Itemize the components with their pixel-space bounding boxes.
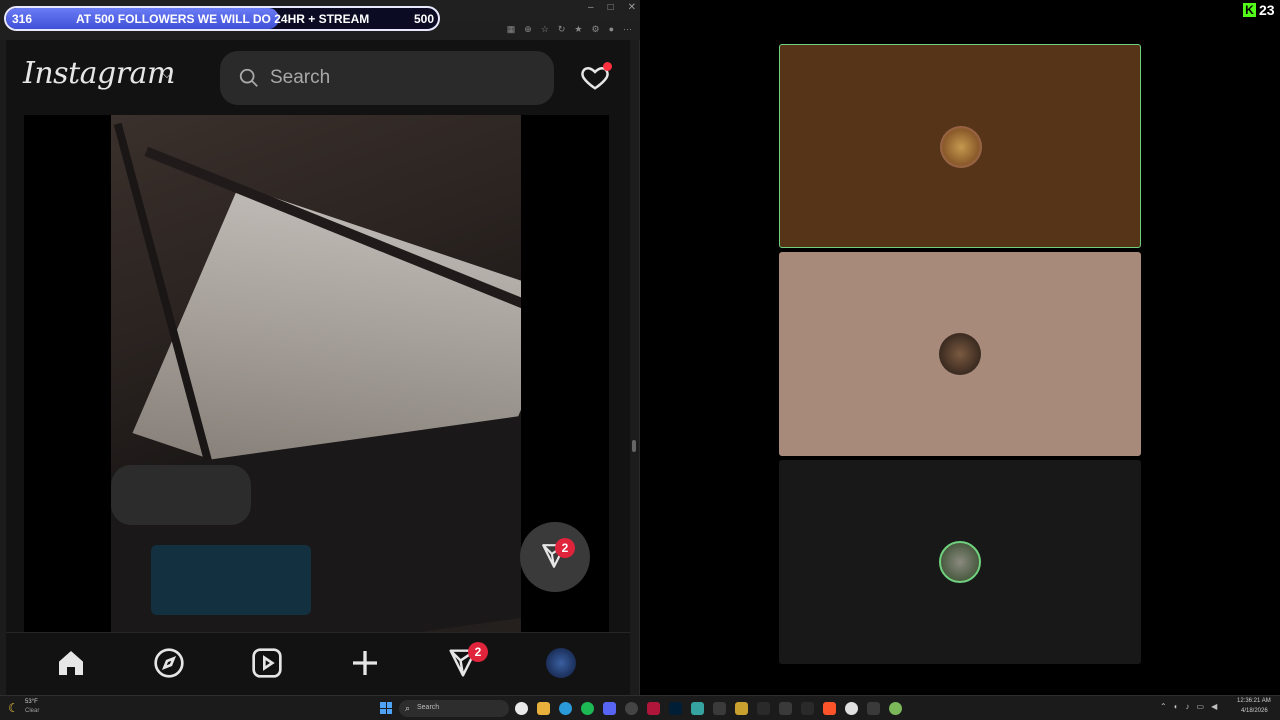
app-icon[interactable] bbox=[867, 702, 880, 715]
extensions-icon[interactable]: ⚙ bbox=[591, 24, 599, 35]
file-explorer-icon[interactable] bbox=[537, 702, 550, 715]
search-bar[interactable] bbox=[220, 51, 554, 105]
explore-icon[interactable] bbox=[153, 647, 185, 679]
chrome-icon[interactable] bbox=[515, 702, 528, 715]
terminal-icon[interactable] bbox=[713, 702, 726, 715]
app-icon[interactable] bbox=[845, 702, 858, 715]
brave-icon[interactable] bbox=[823, 702, 836, 715]
toolbar-icons: ▦ ⊕ ☆ ↻ ★ ⚙ ● ⋯ bbox=[507, 24, 632, 35]
messages-badge: 2 bbox=[468, 642, 488, 662]
app-icon[interactable] bbox=[779, 702, 792, 715]
photoshop-icon[interactable] bbox=[669, 702, 682, 715]
clock-date[interactable]: 4/18/2026 bbox=[1241, 708, 1268, 714]
zoom-icon[interactable]: ⊕ bbox=[524, 24, 532, 35]
close-button[interactable]: ✕ bbox=[628, 2, 636, 13]
driver-glove bbox=[111, 465, 251, 525]
bottom-navigation: 2 bbox=[6, 632, 630, 695]
notification-dot bbox=[603, 62, 612, 71]
minimize-button[interactable]: – bbox=[588, 2, 594, 13]
browser-window: – □ ✕ ▦ ⊕ ☆ ↻ ★ ⚙ ● ⋯ 316 AT 500 FOLLOWE… bbox=[0, 0, 640, 695]
chevron-down-icon[interactable]: ⌵ bbox=[162, 66, 172, 82]
moon-icon[interactable]: ☾ bbox=[8, 701, 22, 715]
call-participant-tile[interactable] bbox=[779, 460, 1141, 664]
participant-avatar bbox=[940, 126, 982, 168]
favorites-icon[interactable]: ★ bbox=[574, 24, 582, 35]
call-participant-tile[interactable] bbox=[779, 252, 1141, 456]
app-icon[interactable] bbox=[647, 702, 660, 715]
kick-logo: K bbox=[1243, 3, 1256, 17]
system-tray: ⌃ ◐ ♪ ▭ ◀ bbox=[1160, 702, 1217, 711]
volume-icon[interactable]: ◀ bbox=[1211, 702, 1217, 711]
edge-icon[interactable] bbox=[559, 702, 572, 715]
app-icon[interactable] bbox=[691, 702, 704, 715]
desktop: – □ ✕ ▦ ⊕ ☆ ↻ ★ ⚙ ● ⋯ 316 AT 500 FOLLOWE… bbox=[0, 0, 1280, 720]
instagram-logo[interactable]: Instagram bbox=[23, 56, 175, 91]
app-icon[interactable] bbox=[757, 702, 770, 715]
direct-message-fab[interactable]: 2 bbox=[520, 522, 590, 592]
maximize-button[interactable]: □ bbox=[608, 2, 614, 13]
app-icon[interactable] bbox=[889, 702, 902, 715]
clock-time[interactable]: 12:36:21 AM bbox=[1237, 698, 1271, 704]
current-follower-count: 316 bbox=[12, 12, 33, 26]
scrollbar-handle[interactable] bbox=[632, 440, 636, 452]
spotify-icon[interactable] bbox=[581, 702, 594, 715]
obs-icon[interactable] bbox=[625, 702, 638, 715]
search-icon: ⌕ bbox=[405, 703, 411, 713]
microphone-icon[interactable]: ♪ bbox=[1186, 702, 1190, 711]
bookmark-star-icon[interactable]: ☆ bbox=[541, 24, 549, 35]
follower-goal-banner: 316 AT 500 FOLLOWERS WE WILL DO 24HR + S… bbox=[4, 6, 440, 31]
participant-avatar bbox=[939, 541, 981, 583]
reel-video[interactable] bbox=[111, 115, 521, 632]
gauge-panel bbox=[151, 545, 311, 615]
headphones-icon[interactable] bbox=[801, 702, 814, 715]
start-button[interactable] bbox=[380, 702, 392, 714]
taskbar: ☾ 53°F Clear ⌕ Search ⌃ ◐ ♪ ▭ ◀ 12:36:21… bbox=[0, 695, 1280, 720]
more-menu-icon[interactable]: ⋯ bbox=[623, 24, 632, 35]
create-icon[interactable] bbox=[349, 647, 381, 679]
viewer-count: 23 bbox=[1259, 2, 1275, 18]
weather-temperature: 53°F bbox=[25, 699, 38, 705]
participant-avatar bbox=[939, 333, 981, 375]
profile-avatar[interactable] bbox=[546, 648, 576, 678]
network-icon[interactable]: ◐ bbox=[1174, 702, 1179, 711]
grid-icon[interactable]: ▦ bbox=[507, 24, 516, 35]
app-icon[interactable] bbox=[735, 702, 748, 715]
window-controls: – □ ✕ bbox=[588, 2, 636, 13]
search-icon bbox=[239, 68, 258, 87]
call-participant-tile[interactable] bbox=[779, 44, 1141, 248]
instagram-page: Instagram ⌵ Search 2 2 bbox=[6, 40, 630, 695]
weather-condition: Clear bbox=[25, 708, 40, 714]
goal-follower-count: 500 bbox=[413, 12, 434, 26]
reels-icon[interactable] bbox=[251, 647, 283, 679]
message-badge: 2 bbox=[555, 538, 575, 558]
search-input[interactable] bbox=[270, 66, 530, 90]
chevron-up-icon[interactable]: ⌃ bbox=[1160, 702, 1167, 711]
taskbar-search-label: Search bbox=[417, 704, 440, 711]
profile-icon[interactable]: ● bbox=[609, 24, 614, 35]
discord-icon[interactable] bbox=[603, 702, 616, 715]
home-icon[interactable] bbox=[55, 647, 87, 679]
taskbar-search[interactable]: ⌕ Search bbox=[399, 700, 509, 717]
refresh-icon[interactable]: ↻ bbox=[558, 24, 566, 35]
goal-text: AT 500 FOLLOWERS WE WILL DO 24HR + STREA… bbox=[76, 12, 370, 26]
display-icon[interactable]: ▭ bbox=[1197, 702, 1205, 711]
